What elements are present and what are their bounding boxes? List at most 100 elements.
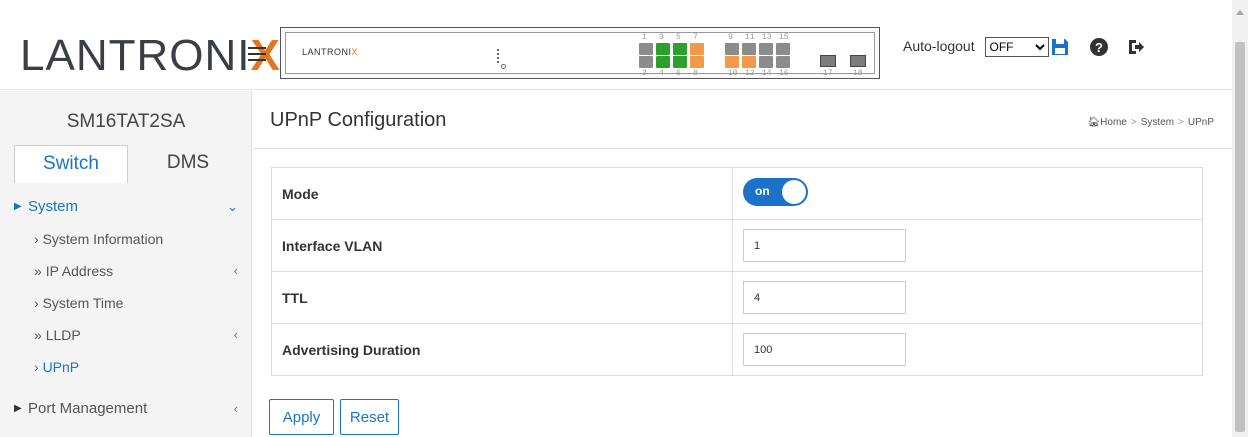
double-chevron-right-icon: » (34, 263, 42, 279)
table-row: Interface VLAN (271, 219, 1203, 272)
table-row: Mode on (271, 167, 1203, 220)
chevron-left-icon: ‹ (233, 327, 238, 342)
port-number: 12 (745, 69, 755, 78)
port-11[interactable] (742, 43, 756, 55)
device-brand: LANTRONIX (302, 47, 359, 57)
advertising-duration-input[interactable] (743, 333, 906, 366)
port-9[interactable] (725, 43, 739, 55)
sidebar-item-label: Port Management (28, 400, 148, 417)
svg-text:?: ? (1095, 40, 1103, 55)
port-number: 15 (779, 33, 789, 42)
ttl-label: TTL (271, 271, 733, 324)
caret-right-icon: ▶ (14, 403, 22, 414)
sidebar-item-lldp[interactable]: » LLDP ‹ (0, 319, 252, 351)
scroll-up-icon[interactable] (1236, 10, 1244, 15)
interface-vlan-input[interactable] (743, 229, 906, 262)
port-number: 4 (659, 69, 664, 78)
breadcrumb-system[interactable]: System (1141, 117, 1174, 128)
title-bar: UPnP Configuration 🏠︎Home > System > UPnP (253, 91, 1232, 149)
sidebar-item-label: IP Address (45, 263, 114, 279)
chevron-right-icon: › (34, 231, 39, 247)
header: LANTRONIX® LANTRONIX 1234567891011121314… (0, 0, 1232, 90)
port-15[interactable] (776, 43, 790, 55)
page-title: UPnP Configuration (270, 109, 447, 131)
menu-icon[interactable] (248, 47, 266, 61)
port-4[interactable] (656, 56, 670, 68)
table-row: Advertising Duration (271, 323, 1203, 376)
caret-right-icon: ▶ (14, 201, 22, 212)
double-chevron-right-icon: » (34, 327, 42, 343)
upnp-config-table: Mode on Interface VLAN TTL Advertising D… (271, 167, 1203, 376)
sidebar-item-label: System Information (42, 231, 164, 247)
home-icon: 🏠︎ (1087, 117, 1101, 128)
breadcrumb-upnp: UPnP (1187, 117, 1214, 128)
port-6[interactable] (673, 56, 687, 68)
sidebar-item-label: System Time (42, 295, 124, 311)
port-number: 3 (659, 33, 664, 42)
port-13[interactable] (759, 43, 773, 55)
sidebar-item-system-time[interactable]: › System Time (0, 287, 252, 319)
port-number: 5 (676, 33, 681, 42)
tab-dms[interactable]: DMS (136, 145, 240, 183)
breadcrumb-home[interactable]: Home (1100, 117, 1127, 128)
logout-icon[interactable] (1126, 37, 1146, 57)
port-12[interactable] (742, 56, 756, 68)
save-icon[interactable] (1050, 37, 1070, 57)
port-number: 11 (745, 33, 755, 42)
mode-toggle[interactable]: on (743, 178, 808, 206)
port-14[interactable] (759, 56, 773, 68)
port-10[interactable] (725, 56, 739, 68)
sidebar-item-label: UPnP (42, 359, 80, 375)
sidebar-item-label: LLDP (45, 327, 81, 343)
sidebar-item-label: System (28, 198, 79, 215)
autologout-select[interactable]: OFF (984, 37, 1049, 57)
autologout-label: Auto-logout (903, 38, 975, 54)
chevron-right-icon: › (34, 295, 39, 311)
port-16[interactable] (776, 56, 790, 68)
sidebar-item-port-management[interactable]: ▶ Port Management ‹ (0, 393, 252, 425)
port-number: 17 (823, 69, 833, 78)
port-3[interactable] (656, 43, 670, 55)
sidebar-nav: ▶ System ⌄ › System Information » IP Add… (0, 191, 252, 425)
port-number: 9 (728, 33, 733, 42)
port-number: 6 (676, 69, 681, 78)
autologout: Auto-logout OFF (903, 37, 1049, 57)
sidebar-tabs: Switch DMS (14, 145, 240, 183)
port-number: 10 (728, 69, 738, 78)
device-panel: LANTRONIX 1 2 3 4 5 6 7 8 9 10 11 12 13 14 15 16 17 18 (280, 27, 880, 79)
ttl-input[interactable] (743, 281, 906, 314)
sfp-port-18[interactable] (850, 55, 866, 67)
logo-text: LANTRONI (20, 31, 251, 80)
tab-switch[interactable]: Switch (14, 145, 128, 183)
port-7[interactable] (690, 43, 704, 55)
port-number: 7 (693, 33, 698, 42)
device-name: SM16TAT2SA (66, 111, 186, 132)
port-number: 18 (853, 69, 863, 78)
sidebar-item-upnp[interactable]: › UPnP (0, 351, 252, 383)
port-number: 2 (642, 69, 647, 78)
sfp-port-17[interactable] (820, 55, 836, 67)
help-icon[interactable]: ? (1089, 37, 1109, 57)
sidebar-item-system[interactable]: ▶ System ⌄ (0, 191, 252, 223)
reset-button[interactable]: Reset (340, 399, 399, 435)
interface-vlan-label: Interface VLAN (271, 219, 733, 272)
port-number: 1 (642, 33, 647, 42)
apply-button[interactable]: Apply (269, 399, 334, 435)
chevron-down-icon: ⌄ (227, 199, 238, 214)
scroll-thumb[interactable] (1235, 42, 1245, 432)
table-row: TTL (271, 271, 1203, 324)
chevron-left-icon: ‹ (233, 401, 238, 416)
port-number: 16 (779, 69, 789, 78)
advertising-duration-label: Advertising Duration (271, 323, 733, 376)
led-indicator (497, 49, 500, 63)
port-5[interactable] (673, 43, 687, 55)
sidebar-item-ip-address[interactable]: » IP Address ‹ (0, 255, 252, 287)
port-number: 13 (762, 33, 772, 42)
port-2[interactable] (639, 56, 653, 68)
sidebar-item-system-information[interactable]: › System Information (0, 223, 252, 255)
scrollbar[interactable] (1232, 0, 1248, 437)
chevron-left-icon: ‹ (233, 263, 238, 278)
sidebar: SM16TAT2SA Switch DMS ▶ System ⌄ › Syste… (0, 91, 252, 437)
port-1[interactable] (639, 43, 653, 55)
port-8[interactable] (690, 56, 704, 68)
